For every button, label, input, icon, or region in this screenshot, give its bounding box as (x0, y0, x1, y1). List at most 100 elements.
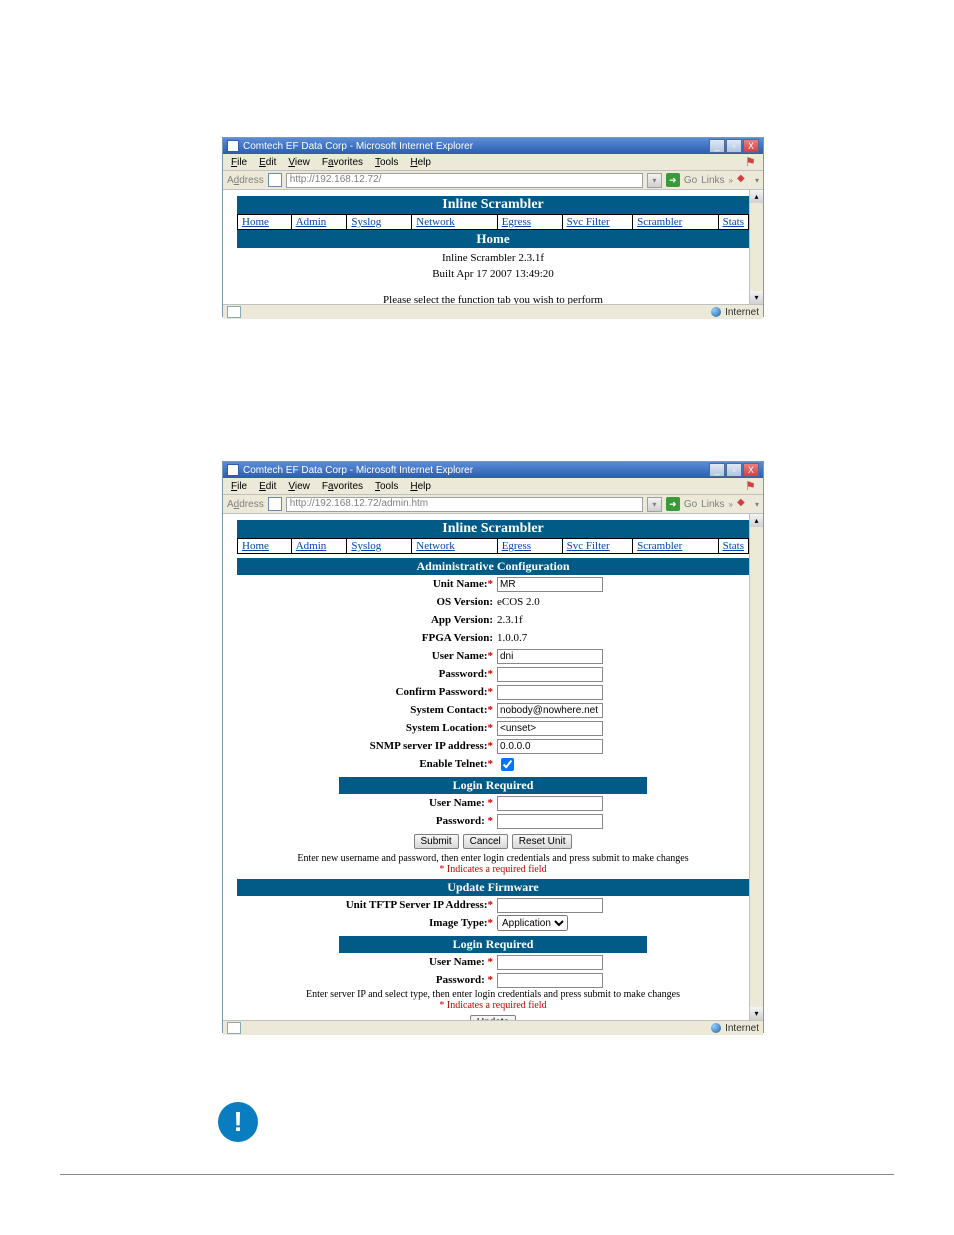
menu-view[interactable]: View (284, 157, 314, 168)
ie-flag-icon: ⚑ (745, 155, 759, 169)
reset-unit-button[interactable]: Reset Unit (512, 834, 573, 849)
scroll-up-icon[interactable]: ▴ (750, 514, 763, 527)
globe-icon (711, 307, 721, 317)
scrollbar[interactable]: ▴ ▾ (749, 190, 763, 304)
input-tftp-ip[interactable] (497, 898, 603, 913)
tab-syslog[interactable]: Syslog (346, 538, 411, 554)
select-image-type[interactable]: Application (497, 915, 568, 931)
tab-scrambler[interactable]: Scrambler (632, 214, 717, 230)
label-user-name: User Name:* (237, 650, 495, 662)
links-label[interactable]: Links (701, 175, 724, 186)
go-button[interactable]: ➜ (666, 497, 680, 511)
content-viewport: Inline Scrambler Home Admin Syslog Netwo… (223, 190, 763, 304)
input-user-name[interactable] (497, 649, 603, 664)
close-button[interactable]: X (743, 463, 759, 477)
menu-file[interactable]: File (227, 157, 251, 168)
menu-help[interactable]: Help (406, 157, 435, 168)
tab-egress[interactable]: Egress (497, 538, 562, 554)
input-snmp-ip[interactable] (497, 739, 603, 754)
section-update-firmware: Update Firmware (237, 879, 749, 896)
menu-edit[interactable]: Edit (255, 157, 280, 168)
browser-window-home: Comtech EF Data Corp - Microsoft Interne… (222, 137, 764, 317)
menu-favorites[interactable]: Favorites (318, 157, 367, 168)
label-login-user-1: User Name: * (237, 797, 495, 809)
submit-button[interactable]: Submit (414, 834, 459, 849)
nav-title: Inline Scrambler (237, 196, 749, 214)
checkbox-enable-telnet[interactable] (501, 758, 514, 771)
ie-flag-icon: ⚑ (745, 479, 759, 493)
scroll-down-icon[interactable]: ▾ (750, 1007, 763, 1020)
input-system-contact[interactable] (497, 703, 603, 718)
tab-syslog[interactable]: Syslog (346, 214, 411, 230)
input-password[interactable] (497, 667, 603, 682)
tab-svcfilter[interactable]: Svc Filter (562, 214, 633, 230)
restore-button[interactable]: ▫ (726, 463, 742, 477)
tab-svcfilter[interactable]: Svc Filter (562, 538, 633, 554)
section-login-required-1: Login Required (339, 777, 646, 794)
close-button[interactable]: X (743, 139, 759, 153)
cancel-button[interactable]: Cancel (463, 834, 508, 849)
go-label: Go (684, 499, 697, 510)
menu-tools[interactable]: Tools (371, 481, 402, 492)
links-chevron-icon[interactable]: » (729, 500, 733, 509)
tab-scrambler[interactable]: Scrambler (632, 538, 717, 554)
input-system-location[interactable] (497, 721, 603, 736)
input-login-pass-2[interactable] (497, 973, 603, 988)
tab-egress[interactable]: Egress (497, 214, 562, 230)
tab-home[interactable]: Home (237, 538, 291, 554)
menu-favorites[interactable]: Favorites (318, 481, 367, 492)
scroll-up-icon[interactable]: ▴ (750, 190, 763, 203)
tab-row: Home Admin Syslog Network Egress Svc Fil… (237, 214, 749, 230)
tab-home[interactable]: Home (237, 214, 291, 230)
tab-admin[interactable]: Admin (291, 214, 347, 230)
jigsaw-icon[interactable]: ◆ (737, 497, 751, 511)
minimize-button[interactable]: _ (709, 463, 725, 477)
jigsaw-menu-icon[interactable]: ▾ (755, 176, 759, 185)
menu-help[interactable]: Help (406, 481, 435, 492)
note-admin: Enter new username and password, then en… (237, 853, 749, 864)
input-login-user-1[interactable] (497, 796, 603, 811)
zone-label: Internet (725, 307, 759, 318)
jigsaw-menu-icon[interactable]: ▾ (755, 500, 759, 509)
minimize-button[interactable]: _ (709, 139, 725, 153)
tab-row: Home Admin Syslog Network Egress Svc Fil… (237, 538, 749, 554)
nav-title: Inline Scrambler (237, 520, 749, 538)
scroll-down-icon[interactable]: ▾ (750, 291, 763, 304)
tab-network[interactable]: Network (411, 214, 496, 230)
address-dropdown-icon[interactable]: ▾ (647, 173, 662, 188)
links-chevron-icon[interactable]: » (729, 176, 733, 185)
label-system-contact: System Contact:* (237, 704, 495, 716)
input-login-pass-1[interactable] (497, 814, 603, 829)
content-viewport: Inline Scrambler Home Admin Syslog Netwo… (223, 514, 763, 1020)
scrollbar[interactable]: ▴ ▾ (749, 514, 763, 1020)
jigsaw-icon[interactable]: ◆ (737, 173, 751, 187)
address-input[interactable]: http://192.168.12.72/ (286, 173, 643, 188)
page-heading: Home (237, 230, 749, 248)
required-note-2: * Indicates a required field (237, 1000, 749, 1011)
tab-stats[interactable]: Stats (718, 214, 749, 230)
restore-button[interactable]: ▫ (726, 139, 742, 153)
menu-bar: File Edit View Favorites Tools Help ⚑ (223, 154, 763, 171)
menu-view[interactable]: View (284, 481, 314, 492)
section-login-required-2: Login Required (339, 936, 646, 953)
tab-network[interactable]: Network (411, 538, 496, 554)
input-unit-name[interactable] (497, 577, 603, 592)
globe-icon (711, 1023, 721, 1033)
value-app-version: 2.3.1f (495, 614, 523, 626)
label-snmp-ip: SNMP server IP address:* (237, 740, 495, 752)
address-dropdown-icon[interactable]: ▾ (647, 497, 662, 512)
go-button[interactable]: ➜ (666, 173, 680, 187)
tab-stats[interactable]: Stats (718, 538, 749, 554)
input-login-user-2[interactable] (497, 955, 603, 970)
input-confirm-password[interactable] (497, 685, 603, 700)
update-button[interactable]: Update (470, 1015, 516, 1020)
window-title: Comtech EF Data Corp - Microsoft Interne… (243, 465, 473, 476)
menu-edit[interactable]: Edit (255, 481, 280, 492)
title-bar: Comtech EF Data Corp - Microsoft Interne… (223, 138, 763, 154)
menu-file[interactable]: File (227, 481, 251, 492)
done-icon (227, 1022, 241, 1034)
tab-admin[interactable]: Admin (291, 538, 347, 554)
address-input[interactable]: http://192.168.12.72/admin.htm (286, 497, 643, 512)
menu-tools[interactable]: Tools (371, 157, 402, 168)
links-label[interactable]: Links (701, 499, 724, 510)
